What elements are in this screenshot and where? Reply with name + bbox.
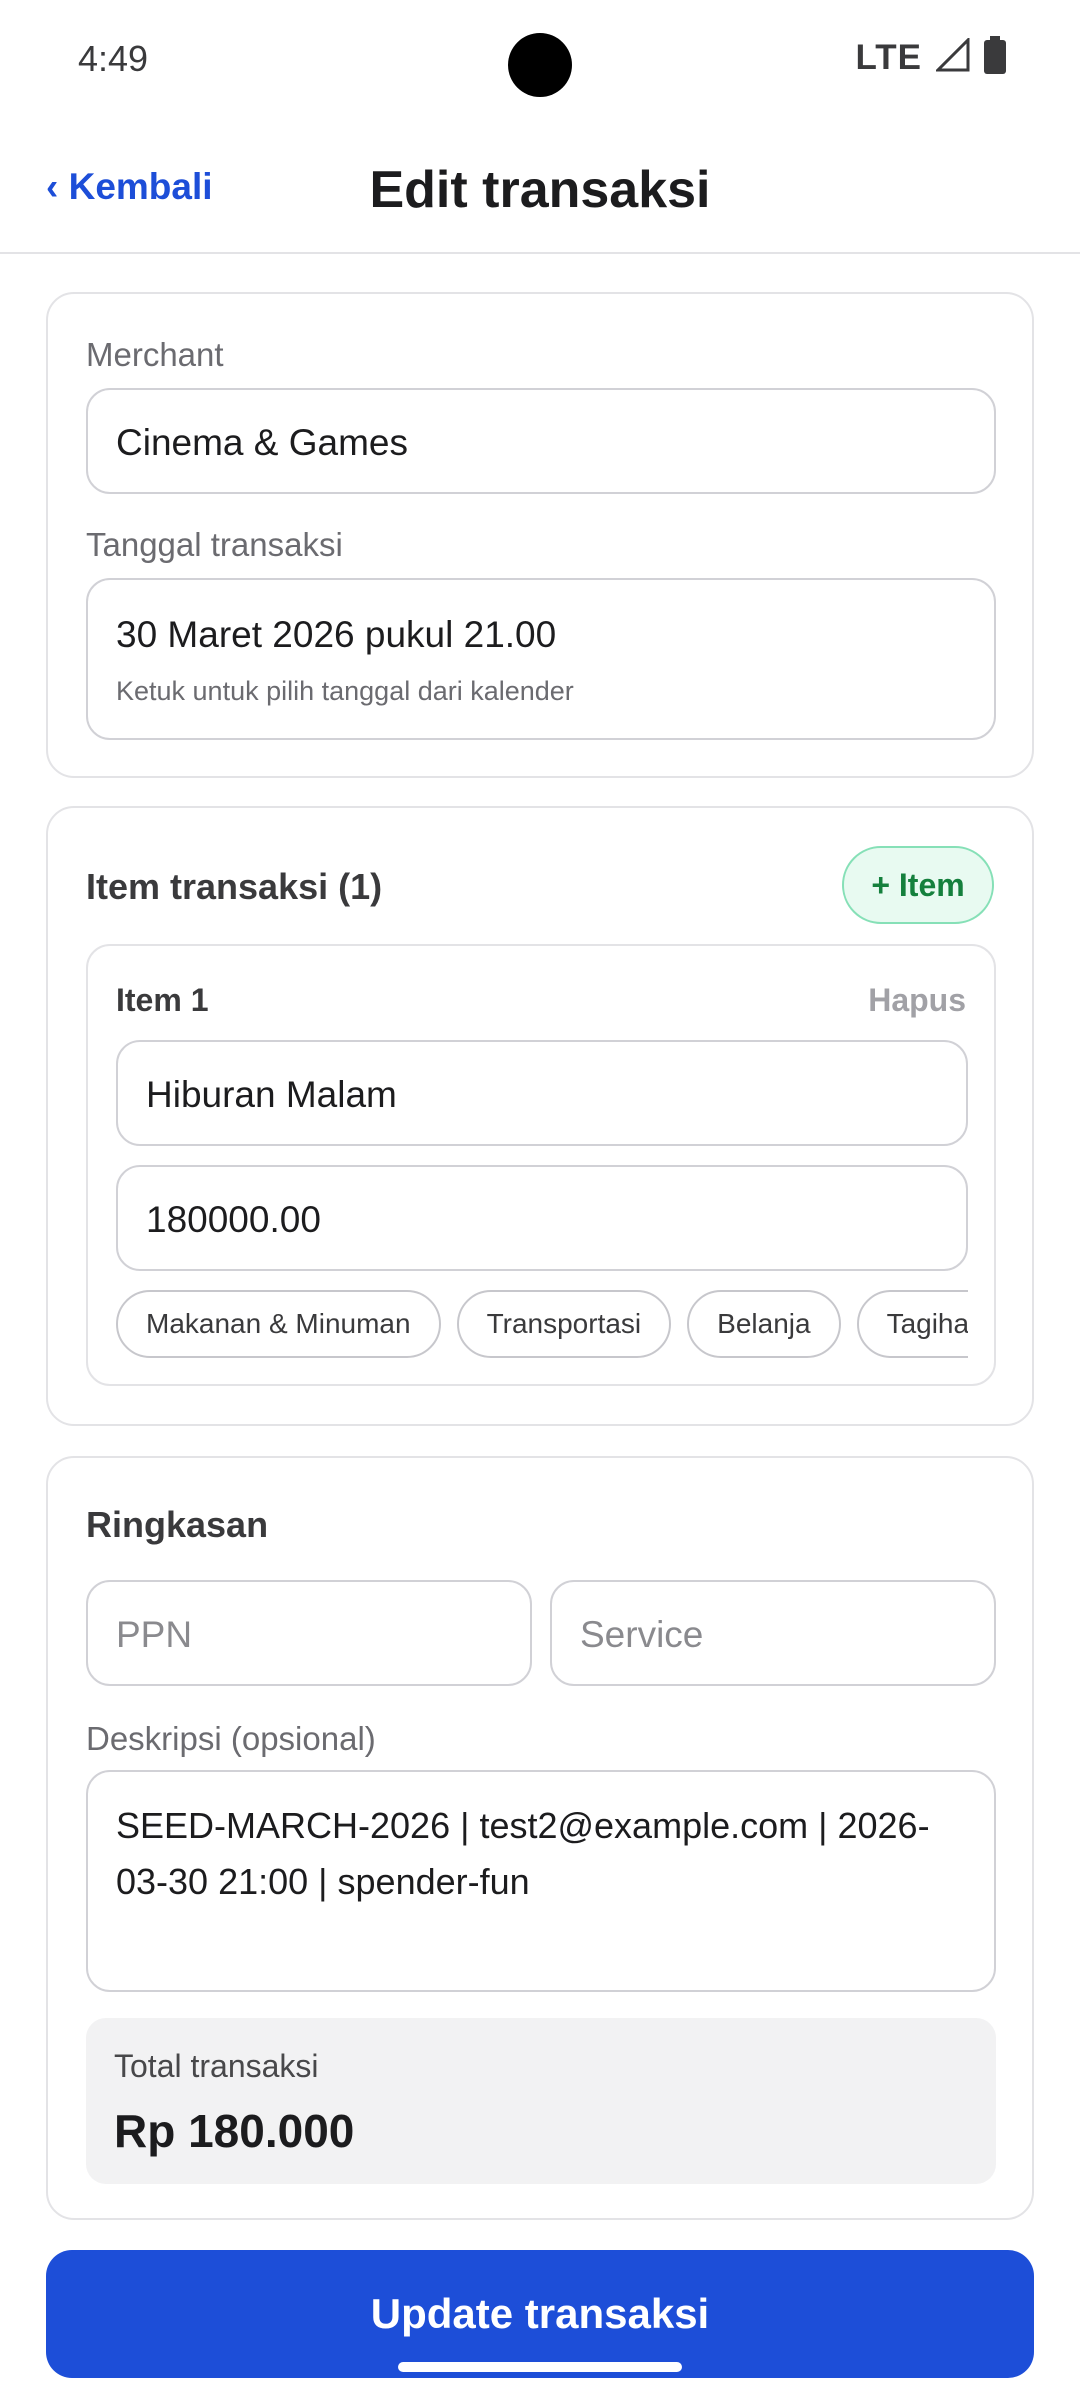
item-amount-value: 180000.00 xyxy=(146,1199,321,1240)
total-label: Total transaksi xyxy=(114,2048,319,2084)
description-label: Deskripsi (opsional) xyxy=(86,1720,376,1757)
delete-item-button[interactable]: Hapus xyxy=(868,982,966,1019)
service-input[interactable]: Service xyxy=(550,1580,996,1686)
items-section-title: Item transaksi (1) xyxy=(86,866,383,907)
add-item-button[interactable]: + Item xyxy=(842,846,994,924)
date-value: 30 Maret 2026 pukul 21.00 xyxy=(116,614,557,655)
service-placeholder: Service xyxy=(580,1614,704,1655)
ppn-placeholder: PPN xyxy=(116,1614,193,1655)
ppn-input[interactable]: PPN xyxy=(86,1580,532,1686)
date-hint: Ketuk untuk pilih tanggal dari kalender xyxy=(116,676,574,706)
total-box: Total transaksi Rp 180.000 xyxy=(86,2018,996,2184)
category-chip-shopping[interactable]: Belanja xyxy=(687,1290,841,1358)
category-chip-transport[interactable]: Transportasi xyxy=(456,1290,672,1358)
signal-icon xyxy=(934,36,970,77)
date-picker-field[interactable]: 30 Maret 2026 pukul 21.00 Ketuk untuk pi… xyxy=(86,578,996,740)
status-bar: 4:49 LTE xyxy=(0,0,1080,118)
item-amount-input[interactable]: 180000.00 xyxy=(116,1165,968,1271)
items-card: Item transaksi (1) + Item Item 1 Hapus H… xyxy=(46,806,1034,1426)
merchant-label: Merchant xyxy=(86,336,224,373)
camera-cutout xyxy=(508,33,572,97)
top-app-bar: ‹ Kembali Edit transaksi xyxy=(0,118,1080,254)
merchant-input[interactable]: Cinema & Games xyxy=(86,388,996,494)
summary-card: Ringkasan PPN Service Deskripsi (opsiona… xyxy=(46,1456,1034,2220)
total-value: Rp 180.000 xyxy=(114,2105,355,2157)
date-label: Tanggal transaksi xyxy=(86,526,343,563)
network-type: LTE xyxy=(855,37,922,77)
details-card: Merchant Cinema & Games Tanggal transaks… xyxy=(46,292,1034,778)
update-transaction-button[interactable]: Update transaksi xyxy=(46,2250,1034,2378)
item-card: Item 1 Hapus Hiburan Malam 180000.00 Mak… xyxy=(86,944,996,1386)
description-textarea[interactable]: SEED-MARCH-2026 | test2@example.com | 20… xyxy=(86,1770,996,1992)
battery-icon xyxy=(984,36,1006,79)
home-indicator xyxy=(398,2362,682,2372)
status-icons: LTE xyxy=(855,36,1006,79)
category-chip-food[interactable]: Makanan & Minuman xyxy=(116,1290,441,1358)
merchant-value: Cinema & Games xyxy=(116,422,408,463)
item-name-value: Hiburan Malam xyxy=(146,1074,397,1115)
summary-section-title: Ringkasan xyxy=(86,1504,269,1545)
category-chip-bills[interactable]: Tagihan xyxy=(856,1290,968,1358)
category-chips[interactable]: Makanan & Minuman Transportasi Belanja T… xyxy=(116,1290,968,1360)
page-title: Edit transaksi xyxy=(369,161,711,219)
item-title: Item 1 xyxy=(116,982,209,1018)
status-time: 4:49 xyxy=(78,38,149,79)
description-value: SEED-MARCH-2026 | test2@example.com | 20… xyxy=(116,1805,930,1902)
item-name-input[interactable]: Hiburan Malam xyxy=(116,1040,968,1146)
